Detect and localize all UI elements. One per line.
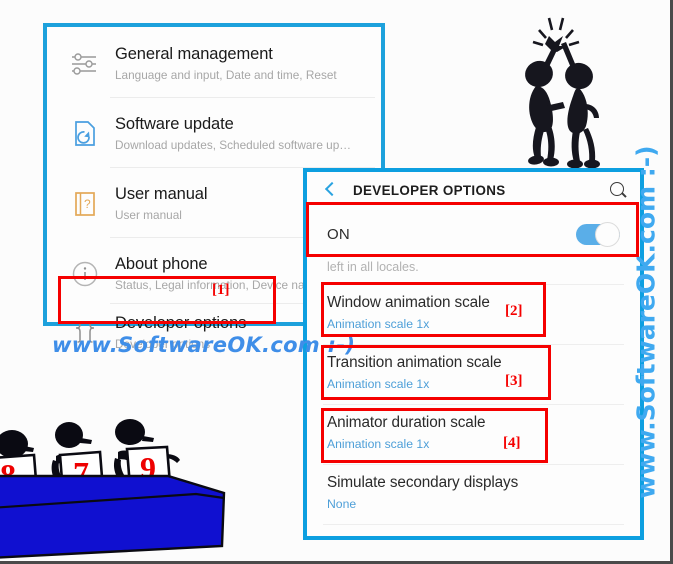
- toggle-knob: [595, 221, 620, 247]
- page-title: DEVELOPER OPTIONS: [353, 182, 506, 198]
- settings-item-software-update[interactable]: Software update Download updates, Schedu…: [47, 99, 381, 169]
- software-update-icon: [59, 112, 111, 156]
- row-value: Animation scale 1x: [327, 317, 430, 331]
- row-title: Window animation scale: [327, 294, 490, 311]
- watermark-vertical-container: www.SoftwareOK.com :-): [626, 145, 666, 498]
- simulate-secondary-displays-row[interactable]: Simulate secondary displays None: [307, 466, 640, 518]
- settings-item-text: About phone Status, Legal information, D…: [111, 254, 305, 294]
- window-animation-scale-row[interactable]: Window animation scale Animation scale 1…: [307, 286, 640, 338]
- row-title: Animator duration scale: [327, 414, 486, 431]
- settings-item-subtitle: Status, Legal information, Device na: [115, 278, 305, 292]
- annotation-marker-3: [3]: [505, 373, 523, 389]
- annotation-marker-4: [4]: [503, 435, 521, 451]
- toggle-caption: left in all locales.: [327, 260, 419, 274]
- settings-item-general-management[interactable]: General management Language and input, D…: [47, 29, 381, 99]
- back-chevron-icon[interactable]: [321, 181, 339, 199]
- settings-item-title: User manual: [115, 185, 208, 203]
- settings-item-subtitle: User manual: [115, 208, 182, 222]
- settings-item-subtitle: Download updates, Scheduled software up…: [115, 138, 352, 152]
- high-five-clipart-icon: [495, 12, 615, 172]
- row-title: Transition animation scale: [327, 354, 502, 371]
- settings-item-text: General management Language and input, D…: [111, 44, 337, 84]
- annotation-marker-2: [2]: [505, 303, 523, 319]
- screenshot-canvas: General management Language and input, D…: [0, 0, 673, 564]
- watermark-horizontal: www.SoftwareOK.com :-): [52, 333, 356, 357]
- settings-item-text: Software update Download updates, Schedu…: [111, 114, 351, 154]
- settings-item-subtitle: Language and input, Date and time, Reset: [115, 68, 337, 82]
- developer-options-header: DEVELOPER OPTIONS: [307, 172, 640, 208]
- animator-duration-scale-row[interactable]: Animator duration scale Animation scale …: [307, 406, 640, 458]
- settings-item-title: Software update: [115, 115, 234, 133]
- list-divider: [323, 404, 624, 405]
- watermark-vertical: www.SoftwareOK.com :-): [631, 145, 661, 499]
- list-divider: [323, 284, 624, 285]
- judges-score-cards-clipart-icon: 8 7 9: [0, 418, 248, 561]
- developer-options-on-toggle-row[interactable]: ON: [307, 208, 640, 260]
- toggle-label: ON: [327, 225, 350, 243]
- annotation-marker-1: [1]: [212, 282, 230, 298]
- user-manual-book-icon: ?: [59, 182, 111, 226]
- settings-item-text: User manual User manual: [111, 184, 208, 224]
- row-title: Simulate secondary displays: [327, 474, 519, 491]
- svg-text:?: ?: [84, 197, 91, 211]
- list-divider: [323, 524, 624, 525]
- row-value: Animation scale 1x: [327, 377, 430, 391]
- info-circle-icon: [59, 252, 111, 296]
- settings-item-title: General management: [115, 45, 273, 63]
- row-value: Animation scale 1x: [327, 437, 430, 451]
- transition-animation-scale-row[interactable]: Transition animation scale Animation sca…: [307, 346, 640, 398]
- settings-item-title: About phone: [115, 255, 208, 273]
- list-divider: [323, 464, 624, 465]
- settings-item-title: Developer options: [115, 314, 247, 332]
- sliders-icon: [59, 42, 111, 86]
- on-off-toggle-switch[interactable]: [576, 221, 620, 247]
- row-value: None: [327, 497, 357, 511]
- list-divider: [323, 344, 624, 345]
